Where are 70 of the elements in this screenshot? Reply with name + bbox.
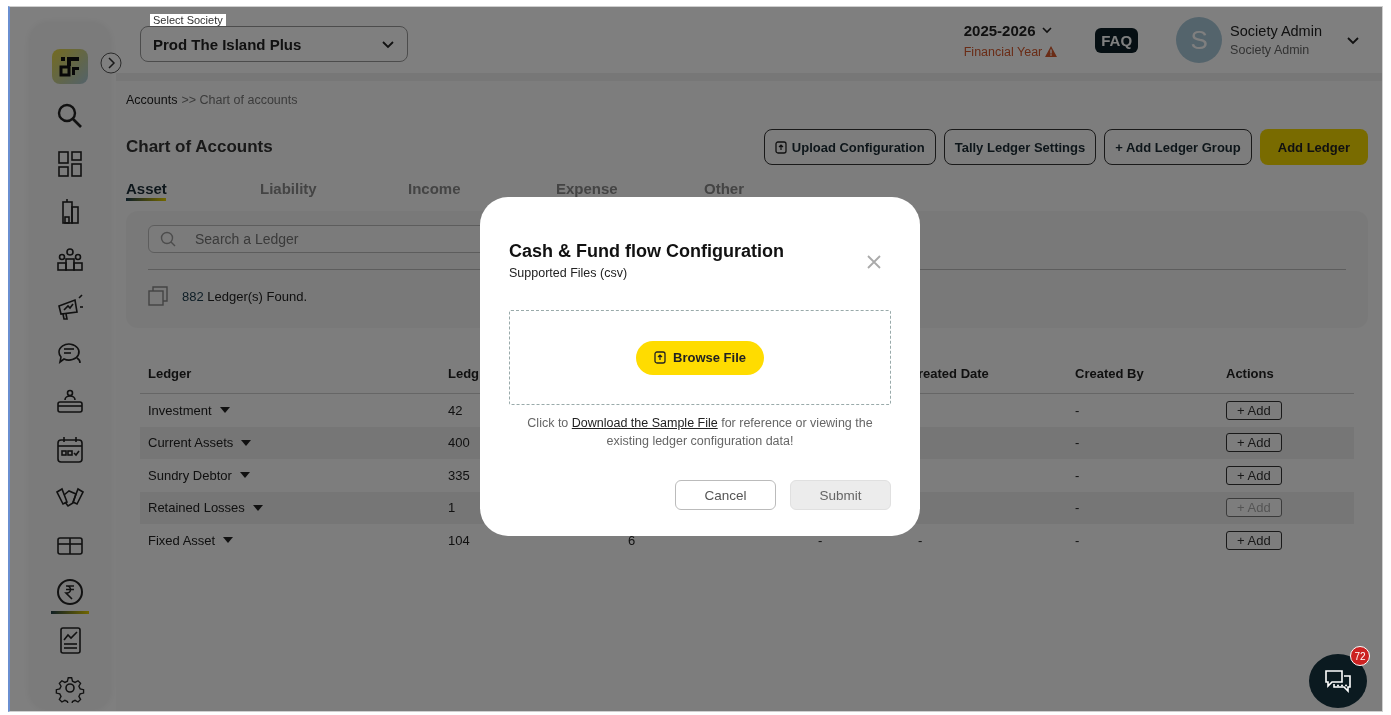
upload-file-icon (654, 351, 666, 364)
ledger-name[interactable]: Sundry Debtor (148, 467, 232, 483)
table-cell: - (1075, 467, 1080, 483)
add-button[interactable]: + Add (1226, 400, 1282, 420)
dropdown-icon[interactable] (239, 472, 250, 479)
tab[interactable]: Liability (260, 176, 408, 201)
society-select[interactable]: Prod The Island Plus (140, 26, 408, 62)
modal-title: Cash & Fund flow Configuration (509, 241, 784, 262)
cancel-button[interactable]: Cancel (675, 480, 776, 510)
table-cell: - (1075, 402, 1080, 418)
action-button[interactable]: Upload Configuration (763, 129, 936, 165)
action-button[interactable]: Tally Ledger Settings (943, 129, 1097, 165)
help-text: Click to Download the Sample File for reference or viewing the existing ledger configuration data! (526, 415, 874, 450)
chat-icon (1324, 668, 1352, 694)
column-header: Ledger (148, 365, 192, 381)
column-header: Created By (1075, 365, 1144, 381)
dropdown-icon[interactable] (241, 439, 252, 446)
column-header: Actions (1226, 365, 1274, 381)
upload-file-icon (774, 140, 787, 154)
faq-button[interactable]: FAQ (1095, 27, 1139, 53)
table-cell: 104 (448, 532, 470, 548)
ledger-name[interactable]: Current Assets (148, 435, 234, 451)
breadcrumb-link[interactable]: Accounts (126, 93, 178, 107)
dropdown-icon[interactable] (219, 407, 230, 414)
dropdown-icon[interactable] (223, 537, 234, 544)
warning-icon (1045, 46, 1058, 57)
add-button[interactable]: + Add (1226, 530, 1282, 550)
rupee-icon (55, 577, 85, 608)
tab[interactable]: Income (408, 176, 556, 201)
page-title: Chart of Accounts (126, 137, 273, 157)
table-cell: 42 (448, 402, 463, 418)
add-ledger-button[interactable]: Add Ledger (1259, 129, 1368, 165)
table-cell: 400 (448, 435, 470, 451)
ledger-name[interactable]: Fixed Asset (148, 532, 216, 548)
search-icon (160, 231, 176, 247)
megaphone-icon (55, 291, 85, 322)
drop-zone[interactable]: Browse File (509, 310, 891, 405)
breadcrumb-current: >> Chart of accounts (181, 93, 298, 107)
calendar-icon (55, 434, 85, 465)
field-label: Select Society (150, 14, 226, 26)
column-header: reated Date (918, 365, 989, 381)
table-cell: - (1075, 500, 1080, 516)
ledger-name[interactable]: Investment (148, 402, 212, 418)
ledger-count: 882 Ledger(s) Found. (182, 288, 308, 304)
copy-icon (148, 286, 168, 306)
dashboard-icon (55, 148, 85, 179)
year-select[interactable]: 2025-2026 (963, 21, 1054, 39)
table-cell: 335 (448, 467, 470, 483)
tab[interactable]: Other (704, 176, 852, 201)
add-button[interactable]: + Add (1226, 433, 1282, 453)
browse-button[interactable]: Browse File (636, 340, 764, 375)
modal-subtitle: Supported Files (csv) (509, 266, 629, 280)
user-role: Society Admin (1230, 43, 1311, 57)
user-name: Society Admin (1230, 23, 1322, 39)
download-link[interactable]: Download the Sample File (571, 416, 718, 430)
action-button[interactable]: + Add Ledger Group (1104, 129, 1252, 165)
logo-icon[interactable] (52, 49, 88, 84)
table-cell: - (818, 532, 823, 548)
column-header: Ledg (448, 365, 480, 381)
financial-year-label: Financial Year (963, 44, 1043, 59)
expand-icon[interactable] (100, 52, 122, 74)
chevron-down-icon (1041, 24, 1054, 36)
table-cell: 6 (628, 532, 636, 548)
table-cell: - (1075, 435, 1080, 451)
add-button[interactable]: + Add (1226, 465, 1282, 485)
table-cell: - (1075, 532, 1080, 548)
tab[interactable]: Expense (556, 176, 704, 201)
table-cell: 1 (448, 500, 456, 516)
table-cell: - (918, 532, 923, 548)
dropdown-icon[interactable] (252, 504, 263, 511)
